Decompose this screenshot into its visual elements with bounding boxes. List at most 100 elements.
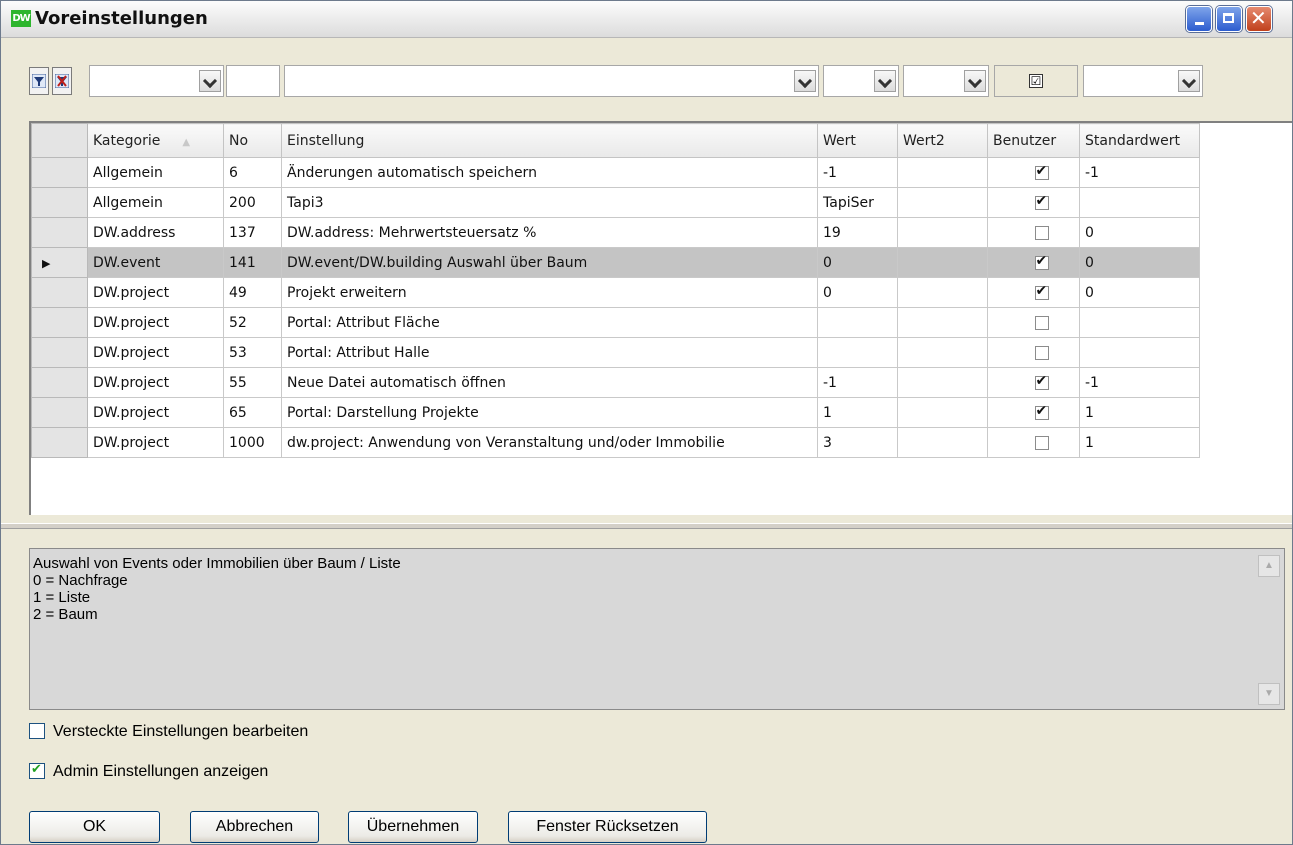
row-header[interactable] (31, 367, 88, 398)
cell-no[interactable]: 52 (223, 307, 282, 338)
table-row[interactable]: DW.project 53 Portal: Attribut Halle (31, 337, 1200, 368)
description-scrollbar[interactable]: ▲ ▼ (1258, 555, 1280, 705)
row-header[interactable]: ▶ (31, 247, 88, 278)
cell-einstellung[interactable]: dw.project: Anwendung von Veranstaltung … (281, 427, 818, 458)
table-row[interactable]: DW.project 52 Portal: Attribut Fläche (31, 307, 1200, 338)
benutzer-checkbox[interactable] (1034, 403, 1049, 420)
cell-einstellung[interactable]: Portal: Attribut Halle (281, 337, 818, 368)
benutzer-checkbox[interactable] (1034, 345, 1049, 360)
cell-standardwert[interactable]: 1 (1079, 427, 1200, 458)
chevron-down-icon[interactable] (199, 70, 221, 92)
cell-no[interactable]: 65 (223, 397, 282, 428)
cell-no[interactable]: 6 (223, 157, 282, 188)
ok-button[interactable]: OK (29, 811, 160, 843)
cell-wert[interactable]: 1 (817, 397, 898, 428)
row-header[interactable] (31, 277, 88, 308)
admin-settings-option[interactable]: Admin Einstellungen anzeigen (29, 761, 268, 781)
cell-kategorie[interactable]: DW.project (87, 337, 224, 368)
benutzer-checkbox[interactable] (1034, 253, 1049, 270)
cell-einstellung[interactable]: Änderungen automatisch speichern (281, 157, 818, 188)
admin-settings-checkbox[interactable] (29, 761, 45, 779)
cell-einstellung[interactable]: Tapi3 (281, 187, 818, 218)
cell-kategorie[interactable]: Allgemein (87, 157, 224, 188)
chevron-down-icon[interactable] (874, 70, 896, 92)
benutzer-checkbox[interactable] (1034, 163, 1049, 180)
cell-standardwert[interactable]: 1 (1079, 397, 1200, 428)
row-header[interactable] (31, 157, 88, 188)
row-header[interactable] (31, 427, 88, 458)
table-row[interactable]: Allgemein 6 Änderungen automatisch speiche… (31, 157, 1200, 188)
cancel-button[interactable]: Abbrechen (190, 811, 319, 843)
kategorie-filter-dropdown[interactable] (89, 65, 224, 97)
row-header[interactable] (31, 307, 88, 338)
cell-einstellung[interactable]: DW.address: Mehrwertsteuersatz % (281, 217, 818, 248)
cell-standardwert[interactable] (1079, 337, 1200, 368)
filter-button[interactable] (29, 67, 49, 95)
table-row[interactable]: DW.project 65 Portal: Darstellung Projekte… (31, 397, 1200, 428)
cell-benutzer[interactable] (987, 187, 1080, 218)
cell-einstellung[interactable]: DW.event/DW.building Auswahl über Baum (281, 247, 818, 278)
cell-no[interactable]: 49 (223, 277, 282, 308)
cell-wert[interactable]: 0 (817, 247, 898, 278)
title-bar[interactable]: DW Voreinstellungen ✕ (1, 1, 1292, 38)
cell-benutzer[interactable] (987, 247, 1080, 278)
cell-benutzer[interactable] (987, 427, 1080, 458)
maximize-button[interactable] (1216, 6, 1242, 32)
table-row[interactable]: DW.address 137 DW.address: Mehrwertsteuers… (31, 217, 1200, 248)
cell-kategorie[interactable]: DW.project (87, 427, 224, 458)
cell-wert2[interactable] (897, 247, 988, 278)
row-header[interactable] (31, 187, 88, 218)
cell-kategorie[interactable]: DW.project (87, 307, 224, 338)
cell-benutzer[interactable] (987, 157, 1080, 188)
cell-kategorie[interactable]: DW.project (87, 277, 224, 308)
cell-wert[interactable]: 0 (817, 277, 898, 308)
cell-no[interactable]: 200 (223, 187, 282, 218)
cell-wert[interactable]: 19 (817, 217, 898, 248)
hidden-settings-option[interactable]: Versteckte Einstellungen bearbeiten (29, 723, 308, 741)
checkbox-icon[interactable]: ☑ (1029, 74, 1043, 88)
cell-wert[interactable] (817, 337, 898, 368)
cell-wert2[interactable] (897, 427, 988, 458)
table-row[interactable]: DW.project49Projekt erweitern00 (31, 277, 1200, 308)
cell-no[interactable]: 137 (223, 217, 282, 248)
minimize-button[interactable] (1186, 6, 1212, 32)
column-header-standardwert[interactable]: Standardwert (1079, 123, 1200, 158)
cell-kategorie[interactable]: Allgemein (87, 187, 224, 218)
column-header-benutzer[interactable]: Benutzer (987, 123, 1080, 158)
cell-no[interactable]: 55 (223, 367, 282, 398)
cell-benutzer[interactable] (987, 277, 1080, 308)
scroll-up-icon[interactable]: ▲ (1258, 555, 1280, 577)
splitter[interactable] (1, 523, 1292, 529)
cell-wert2[interactable] (897, 307, 988, 338)
cell-standardwert[interactable]: 0 (1079, 277, 1200, 308)
cell-benutzer[interactable] (987, 337, 1080, 368)
cell-wert[interactable]: -1 (817, 157, 898, 188)
standardwert-filter-dropdown[interactable] (1083, 65, 1203, 97)
no-filter-input[interactable] (226, 65, 280, 97)
table-row[interactable]: DW.project 55 Neue Datei automatisch öffne… (31, 367, 1200, 398)
row-header[interactable] (31, 337, 88, 368)
reset-window-button[interactable]: Fenster Rücksetzen (508, 811, 707, 843)
hidden-settings-checkbox[interactable] (29, 723, 45, 739)
benutzer-checkbox[interactable] (1034, 225, 1049, 240)
cell-wert2[interactable] (897, 217, 988, 248)
cell-benutzer[interactable] (987, 397, 1080, 428)
cell-standardwert[interactable]: 0 (1079, 217, 1200, 248)
cell-no[interactable]: 1000 (223, 427, 282, 458)
cell-benutzer[interactable] (987, 367, 1080, 398)
benutzer-checkbox[interactable] (1034, 193, 1049, 210)
cell-standardwert[interactable]: -1 (1079, 367, 1200, 398)
description-box[interactable]: Auswahl von Events oder Immobilien über … (29, 548, 1285, 710)
cell-no[interactable]: 53 (223, 337, 282, 368)
cell-einstellung[interactable]: Projekt erweitern (281, 277, 818, 308)
cell-wert2[interactable] (897, 367, 988, 398)
column-header-no[interactable]: No (223, 123, 282, 158)
cell-standardwert[interactable]: -1 (1079, 157, 1200, 188)
settings-grid[interactable]: Kategorie ▲ No Einstellung Wert Wert2 Ben… (29, 121, 1292, 515)
cell-kategorie[interactable]: DW.project (87, 367, 224, 398)
table-row[interactable]: ▶ DW.event 141 DW.event/DW.building Auswahl… (31, 247, 1200, 278)
cell-wert2[interactable] (897, 397, 988, 428)
cell-standardwert[interactable]: 0 (1079, 247, 1200, 278)
chevron-down-icon[interactable] (964, 70, 986, 92)
cell-einstellung[interactable]: Portal: Attribut Fläche (281, 307, 818, 338)
